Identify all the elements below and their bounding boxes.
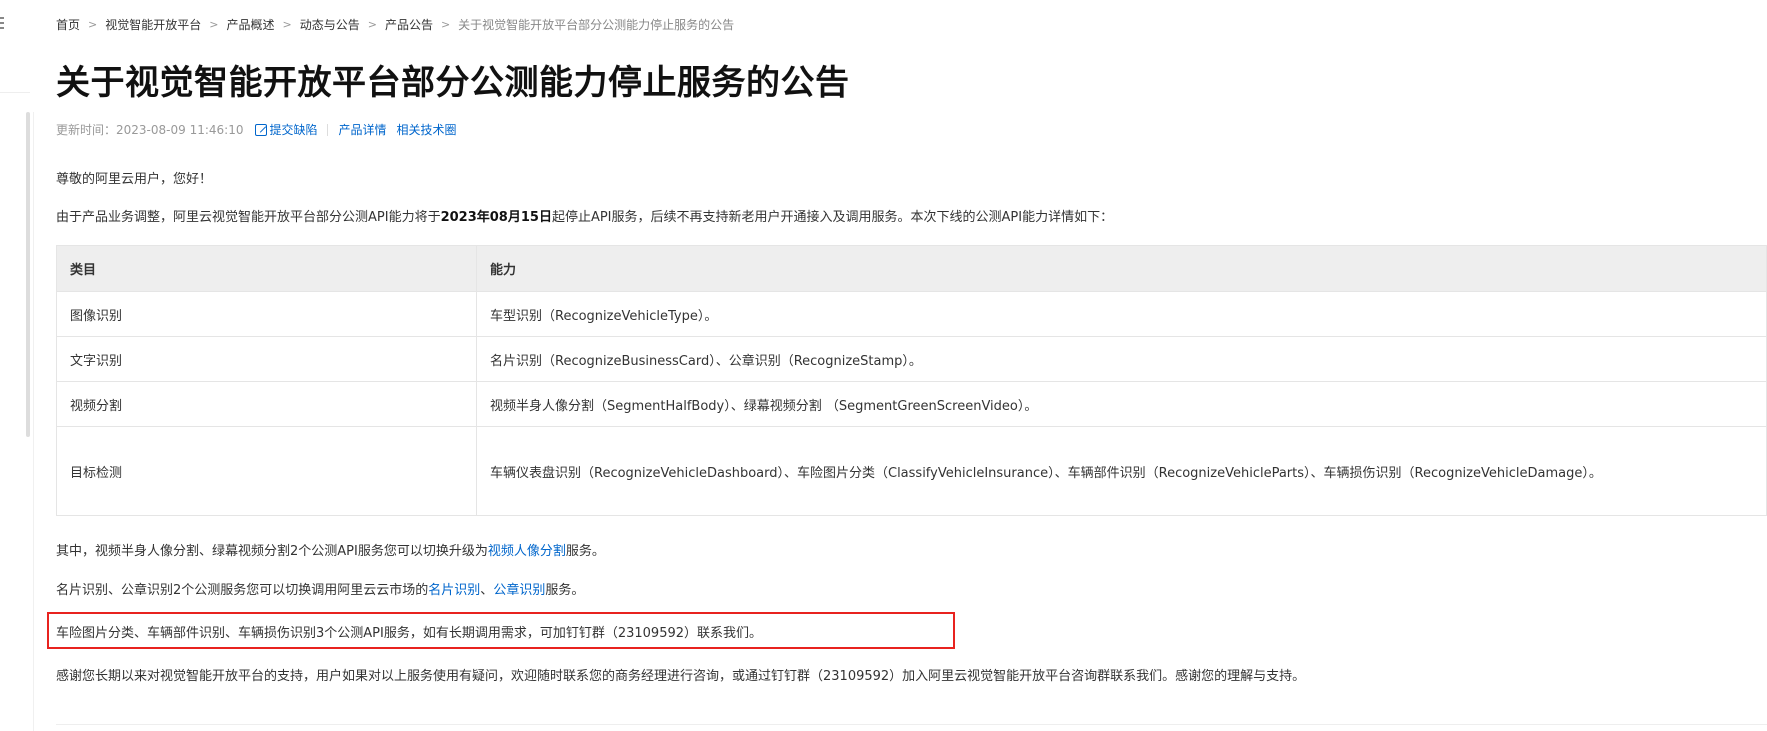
cell-capability: 视频半身人像分割（SegmentHalfBody）、绿幕视频分割 （Segmen… [476,381,1767,427]
column-header-capability: 能力 [476,245,1767,292]
shutdown-date: 2023年08月15日 [440,210,552,225]
note2-separator: 、 [480,583,494,598]
product-details-link[interactable]: 产品详情 [338,121,386,138]
breadcrumb-item-platform[interactable]: 视觉智能开放平台 [105,16,201,33]
chevron-right-icon: > [209,18,219,31]
breadcrumb-item-news[interactable]: 动态与公告 [300,16,360,33]
breadcrumb-item-current: 关于视觉智能开放平台部分公测能力停止服务的公告 [458,18,735,32]
chevron-right-icon: > [88,18,98,31]
table-row: 图像识别 车型识别（RecognizeVehicleType）。 [56,291,1767,337]
article-meta: 更新时间： 2023-08-09 11:46:10 提交缺陷 产品详情 相关技术… [56,121,457,138]
note-video-segmentation: 其中，视频半身人像分割、绿幕视频分割2个公测API服务您可以切换升级为视频人像分… [56,540,605,559]
cell-category: 目标检测 [56,426,477,516]
meta-divider [327,123,329,136]
sidebar-scrollbar[interactable] [26,112,30,437]
menu-icon[interactable] [0,17,6,29]
cell-category: 视频分割 [56,381,477,427]
table-row: 文字识别 名片识别（RecognizeBusinessCard）、公章识别（Re… [56,336,1767,382]
table-row: 目标检测 车辆仪表盘识别（RecognizeVehicleDashboard）、… [56,426,1767,516]
note2-text-before: 名片识别、公章识别2个公测服务您可以切换调用阿里云云市场的 [56,583,429,598]
breadcrumb-item-home[interactable]: 首页 [56,16,80,33]
cell-category: 文字识别 [56,336,477,382]
greeting-text: 尊敬的阿里云用户，您好！ [56,172,213,187]
business-card-link[interactable]: 名片识别 [428,583,480,598]
stamp-recognition-link[interactable]: 公章识别 [493,583,545,598]
closing-paragraph: 感谢您长期以来对视觉智能开放平台的支持，用户如果对以上服务使用有疑问，欢迎随时联… [56,669,1306,684]
chevron-right-icon: > [440,18,451,31]
note1-text-before: 其中，视频半身人像分割、绿幕视频分割2个公测API服务您可以切换升级为 [56,544,488,559]
page-title: 关于视觉智能开放平台部分公测能力停止服务的公告 [56,63,850,103]
breadcrumb-item-overview[interactable]: 产品概述 [226,16,274,33]
rail-divider-line [0,92,30,93]
left-rail [0,0,30,731]
edit-icon[interactable] [255,123,268,136]
tech-circle-link[interactable]: 相关技术圈 [397,121,457,138]
report-issue-link[interactable]: 提交缺陷 [269,121,317,138]
cell-capability: 车型识别（RecognizeVehicleType）。 [476,291,1767,337]
note1-text-after: 服务。 [565,544,605,559]
cell-capability: 车辆仪表盘识别（RecognizeVehicleDashboard）、车险图片分… [476,426,1767,516]
content-divider [33,112,34,731]
cell-category: 图像识别 [56,291,477,337]
note2-text-after: 服务。 [545,583,585,598]
bottom-divider [56,724,1767,725]
table-header-row: 类目 能力 [56,245,1767,292]
chevron-right-icon: > [282,18,292,31]
intro-text-after: 起停止API服务，后续不再支持新老用户开通接入及调用服务。本次下线的公测API能… [551,210,1114,225]
capabilities-table: 类目 能力 图像识别 车型识别（RecognizeVehicleType）。 文… [56,245,1767,516]
intro-paragraph: 由于产品业务调整，阿里云视觉智能开放平台部分公测API能力将于2023年08月1… [56,206,1113,225]
cell-capability: 名片识别（RecognizeBusinessCard）、公章识别（Recogni… [476,336,1767,382]
updated-label: 更新时间： [56,123,117,137]
note-card-stamp: 名片识别、公章识别2个公测服务您可以切换调用阿里云云市场的名片识别、公章识别服务… [56,579,584,598]
note-vehicle-services: 车险图片分类、车辆部件识别、车辆损伤识别3个公测API服务，如有长期调用需求，可… [56,626,763,641]
breadcrumb: 首页 > 视觉智能开放平台 > 产品概述 > 动态与公告 > 产品公告 > 关于… [56,16,734,33]
intro-text-before: 由于产品业务调整，阿里云视觉智能开放平台部分公测API能力将于 [56,210,441,225]
column-header-category: 类目 [56,245,477,292]
video-portrait-segmentation-link[interactable]: 视频人像分割 [488,544,566,559]
breadcrumb-item-announcements[interactable]: 产品公告 [385,16,433,33]
chevron-right-icon: > [367,18,377,31]
table-row: 视频分割 视频半身人像分割（SegmentHalfBody）、绿幕视频分割 （S… [56,381,1767,427]
updated-timestamp: 2023-08-09 11:46:10 [116,122,244,137]
